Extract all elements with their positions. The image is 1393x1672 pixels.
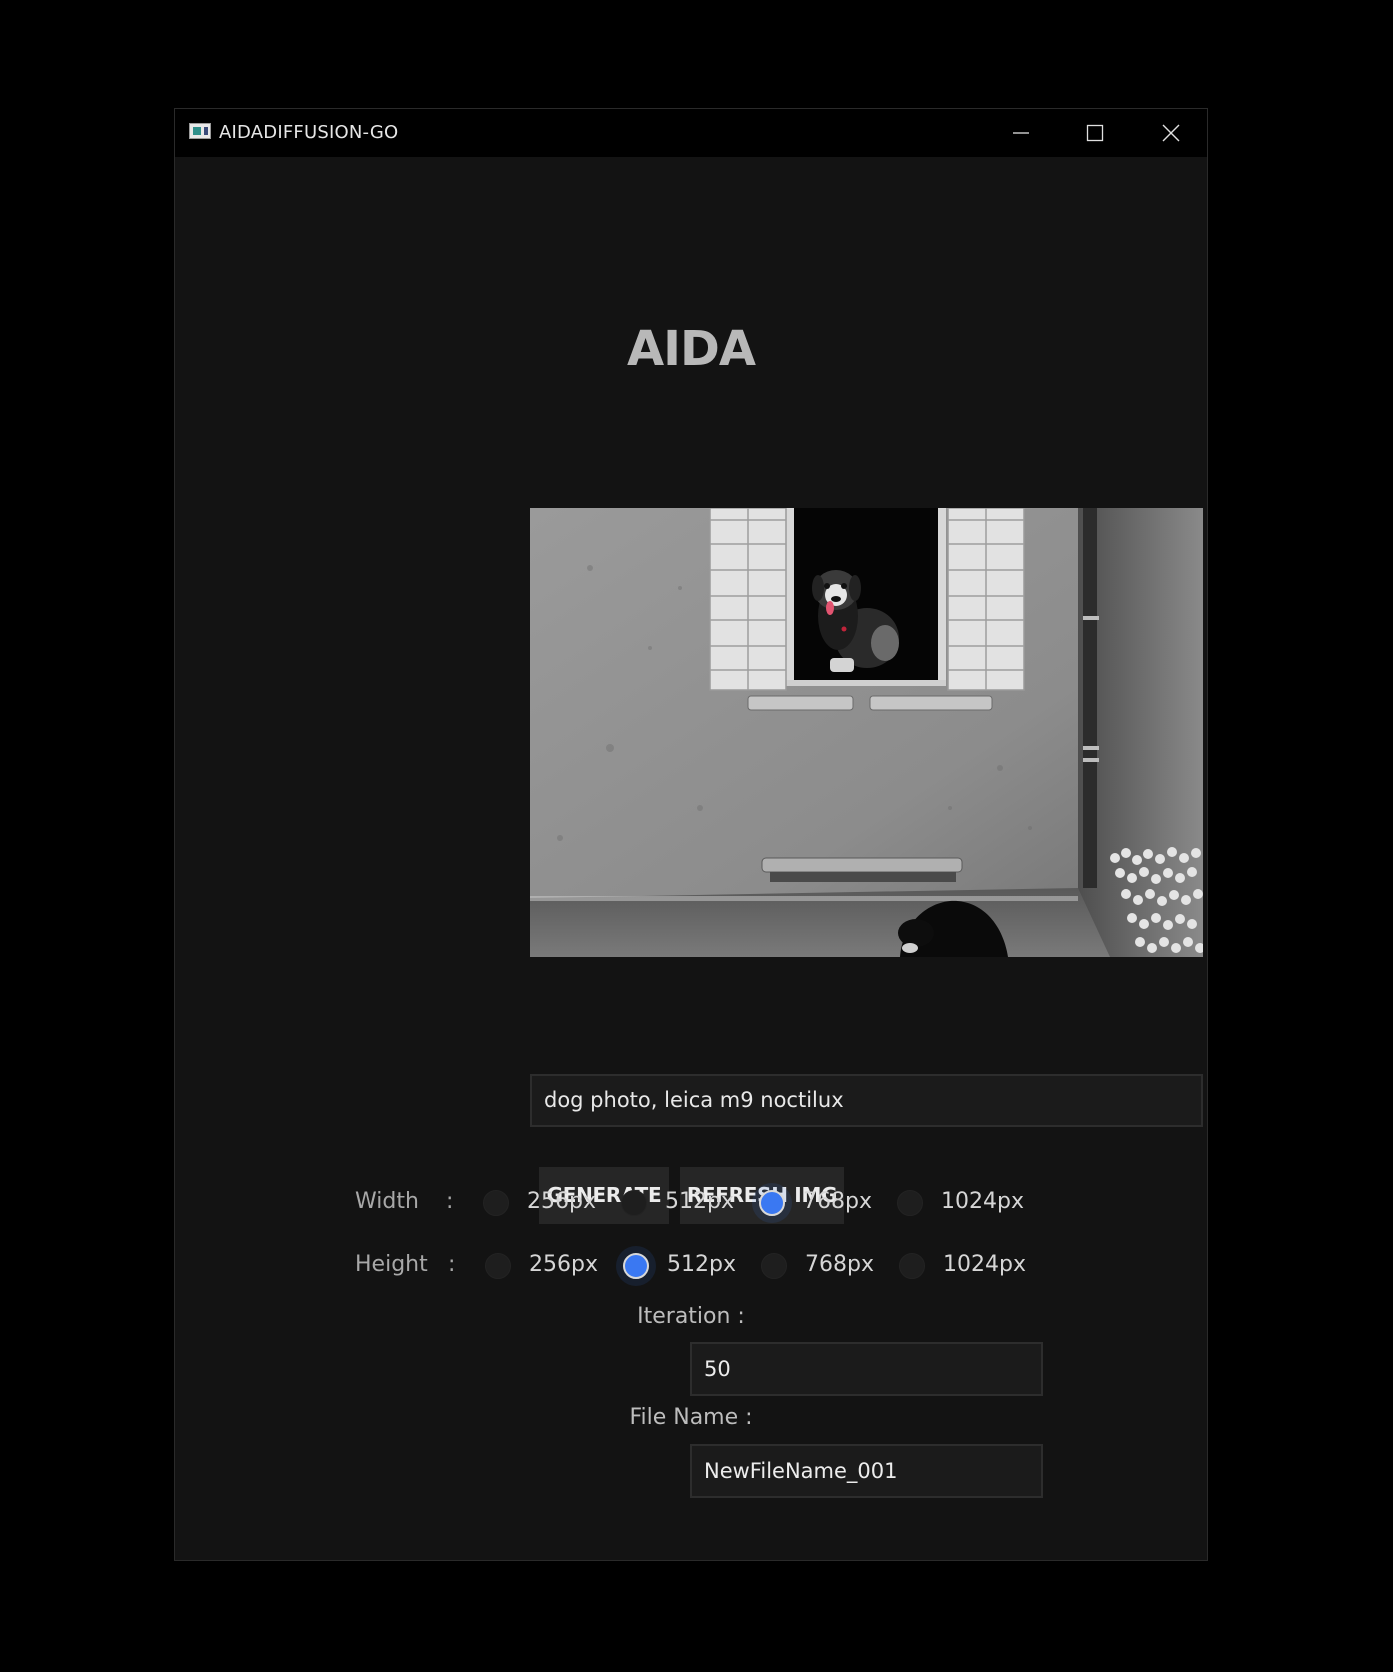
generated-image <box>530 508 1203 957</box>
app-icon <box>189 123 211 139</box>
prompt-input[interactable]: dog photo, leica m9 noctilux <box>530 1074 1203 1127</box>
width-radio-768[interactable] <box>759 1190 785 1216</box>
app-title: AIDA <box>627 321 756 377</box>
file-name-input[interactable]: NewFileName_001 <box>690 1444 1043 1498</box>
title-bar[interactable]: AIDADIFFUSION-GO <box>175 109 1207 157</box>
width-option-768-label: 768px <box>803 1189 872 1214</box>
close-icon <box>1162 124 1180 142</box>
height-colon: : <box>448 1252 456 1277</box>
app-window: AIDADIFFUSION-GO AIDA dog photo, leica m… <box>174 108 1208 1561</box>
width-label: Width <box>355 1189 419 1214</box>
file-name-label: File Name : <box>629 1405 753 1430</box>
width-colon: : <box>446 1189 454 1214</box>
iteration-label: Iteration : <box>637 1304 745 1329</box>
height-option-512-label: 512px <box>667 1252 736 1277</box>
height-radio-1024[interactable] <box>899 1253 925 1279</box>
width-option-1024-label: 1024px <box>941 1189 1024 1214</box>
width-radio-256[interactable] <box>483 1190 509 1216</box>
minimize-button[interactable] <box>991 109 1051 157</box>
width-radio-512[interactable] <box>621 1190 647 1216</box>
height-option-768-label: 768px <box>805 1252 874 1277</box>
width-option-256-label: 256px <box>527 1189 596 1214</box>
width-option-512-label: 512px <box>665 1189 734 1214</box>
height-option-256-label: 256px <box>529 1252 598 1277</box>
minimize-icon <box>1013 132 1029 134</box>
height-radio-768[interactable] <box>761 1253 787 1279</box>
maximize-icon <box>1086 124 1104 142</box>
height-label: Height <box>355 1252 428 1277</box>
maximize-button[interactable] <box>1065 109 1125 157</box>
window-title: AIDADIFFUSION-GO <box>219 122 399 143</box>
width-radio-1024[interactable] <box>897 1190 923 1216</box>
height-radio-256[interactable] <box>485 1253 511 1279</box>
iteration-input[interactable]: 50 <box>690 1342 1043 1396</box>
height-radio-512[interactable] <box>623 1253 649 1279</box>
close-button[interactable] <box>1141 109 1201 157</box>
height-option-1024-label: 1024px <box>943 1252 1026 1277</box>
